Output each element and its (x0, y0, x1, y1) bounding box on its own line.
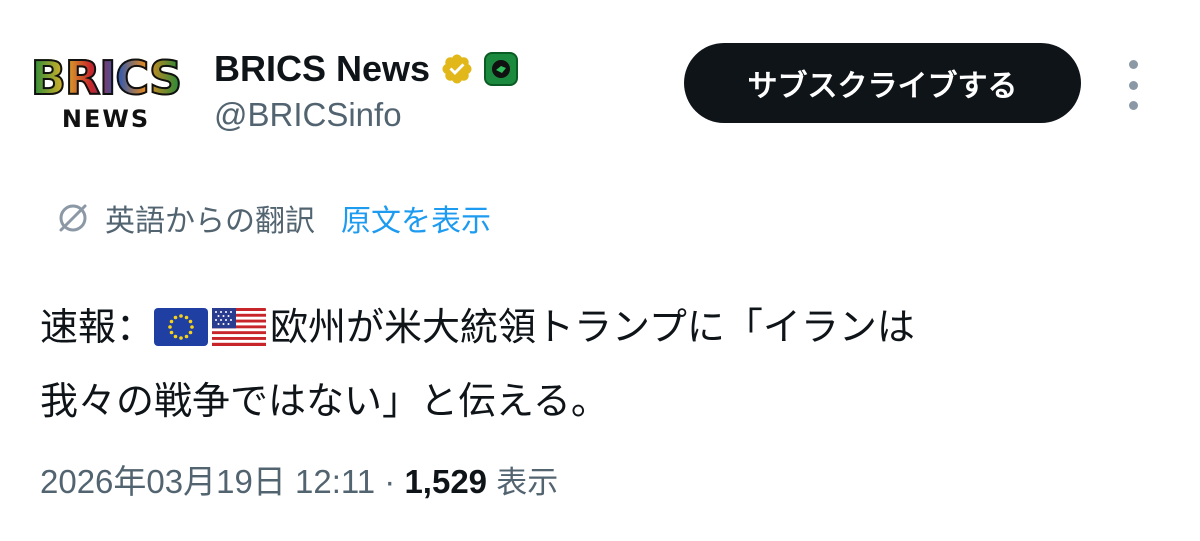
more-dot (1128, 60, 1138, 69)
author-name-row: BRICS News (214, 48, 519, 90)
translated-from-label: 英語からの翻訳 (105, 204, 315, 239)
show-original-link[interactable]: 原文を表示 (341, 196, 491, 240)
us-flag-icon (212, 308, 267, 346)
affiliate-badge-icon[interactable] (484, 52, 519, 86)
affiliate-logo-icon (492, 60, 511, 78)
timestamp[interactable]: 2026年03月19日 12:11 (40, 463, 375, 500)
tweet-line-1: 速報： 欧州が米大統領トランプに「イランは (40, 290, 1160, 364)
more-dot (1128, 80, 1138, 90)
subscribe-button[interactable]: サブスクライブする (684, 43, 1081, 123)
verified-badge-icon[interactable] (440, 52, 474, 86)
tweet-line-1-text: 欧州が米大統領トランプに「イランは (270, 305, 915, 349)
meta-separator: · (375, 463, 405, 500)
views-count[interactable]: 1,529 (404, 463, 487, 500)
avatar[interactable]: BRICS NEWS (30, 54, 183, 150)
tweet-card: BRICS NEWS BRICS News @BRICSinfo サブスクライブ… (0, 0, 1200, 541)
avatar-brics-text: BRICS (30, 51, 183, 105)
author-handle[interactable]: @BRICSinfo (214, 96, 402, 134)
eu-flag-icon (154, 308, 209, 346)
avatar-news-text: NEWS (61, 105, 151, 133)
tweet-text: 速報： 欧州が米大統領トランプに「イランは 我々の戦争ではない」と伝える。 (40, 290, 1160, 438)
tweet-prefix: 速報： (40, 305, 155, 349)
views-label: 表示 (496, 465, 559, 501)
translate-icon (59, 204, 87, 232)
tweet-line-2: 我々の戦争ではない」と伝える。 (40, 379, 609, 423)
tweet-meta: 2026年03月19日 12:11 · 1,529 表示 (40, 455, 558, 503)
more-dot (1128, 101, 1138, 110)
more-options-icon[interactable] (1122, 60, 1144, 110)
translation-row: 英語からの翻訳 原文を表示 (55, 196, 491, 240)
display-name[interactable]: BRICS News (214, 48, 430, 90)
